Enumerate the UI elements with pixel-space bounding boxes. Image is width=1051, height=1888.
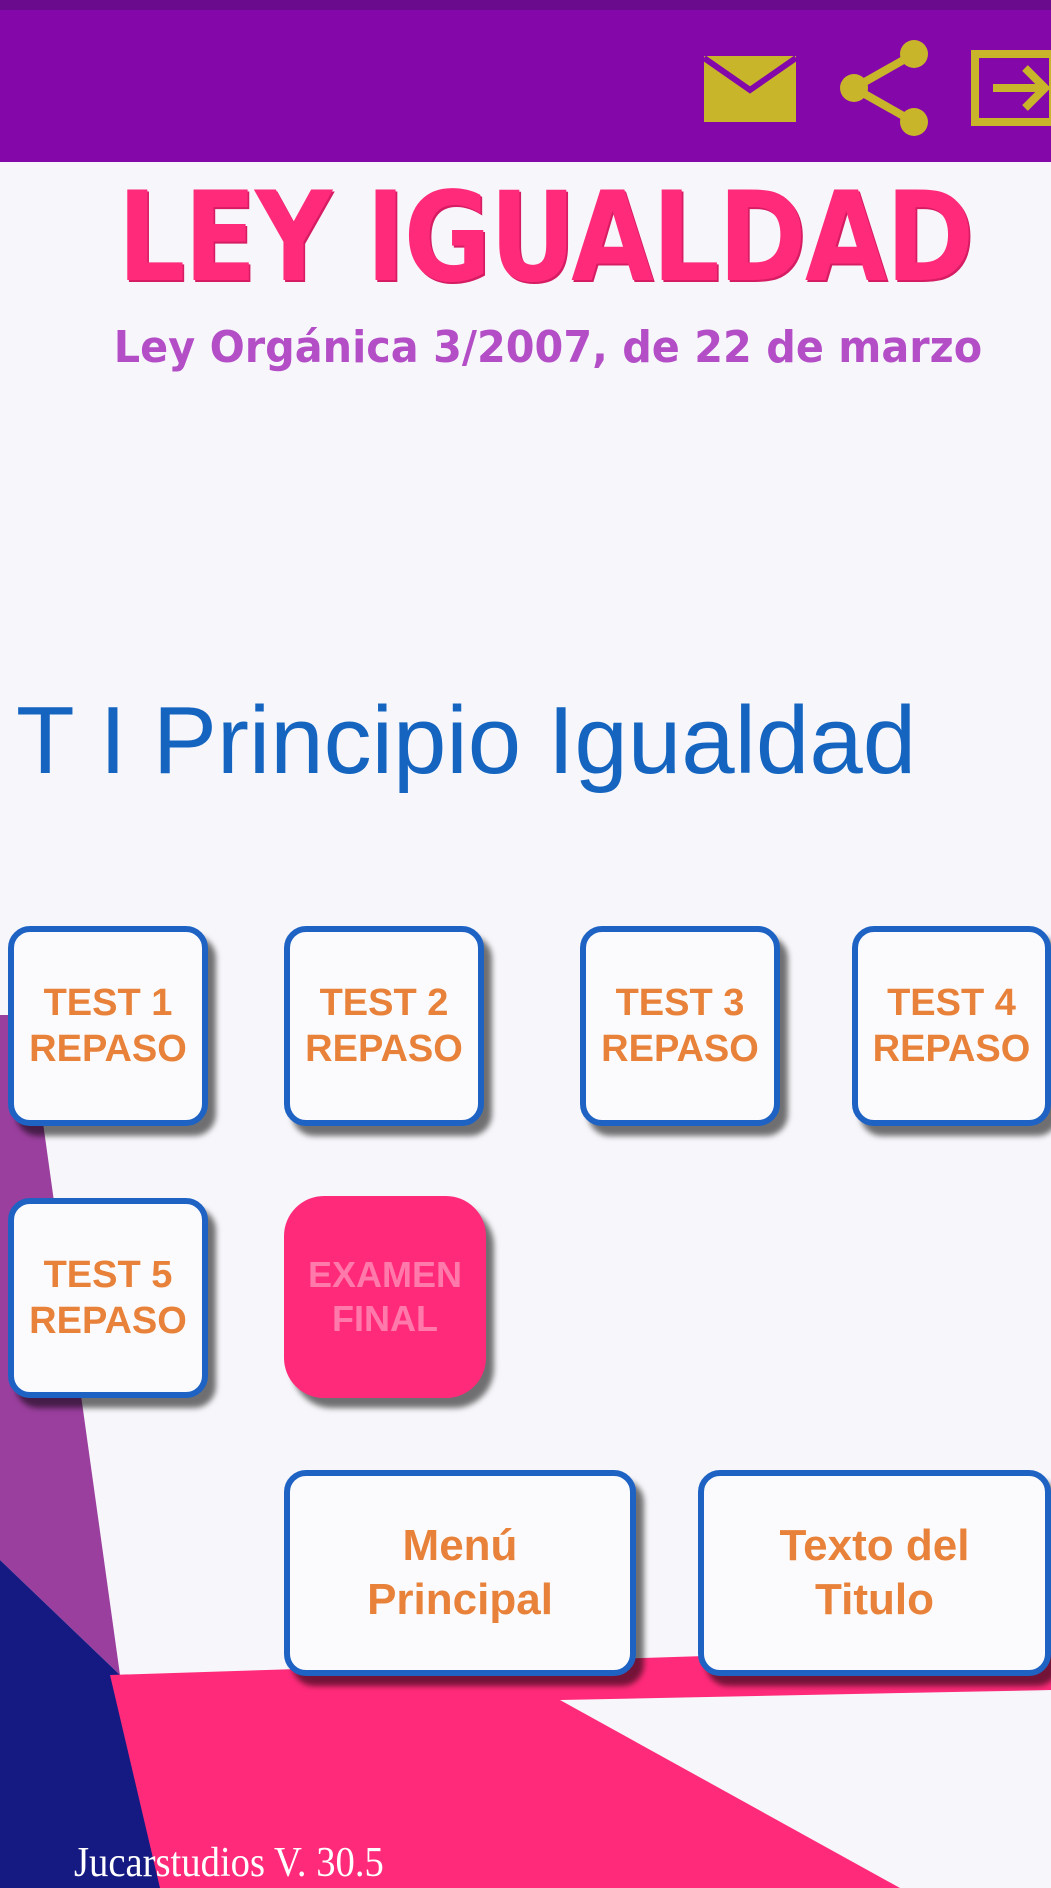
- share-icon: [840, 40, 928, 136]
- version-label: Jucarstudios V. 30.5: [74, 1840, 384, 1886]
- test-3-button[interactable]: TEST 3 REPASO: [580, 926, 780, 1126]
- exit-button[interactable]: [962, 38, 1051, 138]
- mail-icon: [704, 55, 796, 122]
- mail-button[interactable]: [700, 38, 800, 138]
- share-button[interactable]: [834, 38, 934, 138]
- test-1-button[interactable]: TEST 1 REPASO: [8, 926, 208, 1126]
- test-2-button[interactable]: TEST 2 REPASO: [284, 926, 484, 1126]
- test-5-button[interactable]: TEST 5 REPASO: [8, 1198, 208, 1398]
- app-screen: LEY IGUALDAD Ley Orgánica 3/2007, de 22 …: [0, 0, 1051, 1888]
- section-title: T I Principio Igualdad: [16, 687, 917, 794]
- final-exam-button[interactable]: EXAMEN FINAL: [284, 1196, 486, 1398]
- main-menu-button[interactable]: Menú Principal: [284, 1470, 636, 1676]
- app-subtitle: Ley Orgánica 3/2007, de 22 de marzo: [113, 322, 983, 373]
- app-toolbar: [0, 10, 1051, 162]
- exit-icon: [971, 50, 1051, 126]
- status-bar: [0, 0, 1051, 10]
- app-title: LEY IGUALDAD: [117, 166, 974, 310]
- title-text-button[interactable]: Texto del Titulo: [698, 1470, 1051, 1676]
- test-4-button[interactable]: TEST 4 REPASO: [852, 926, 1051, 1126]
